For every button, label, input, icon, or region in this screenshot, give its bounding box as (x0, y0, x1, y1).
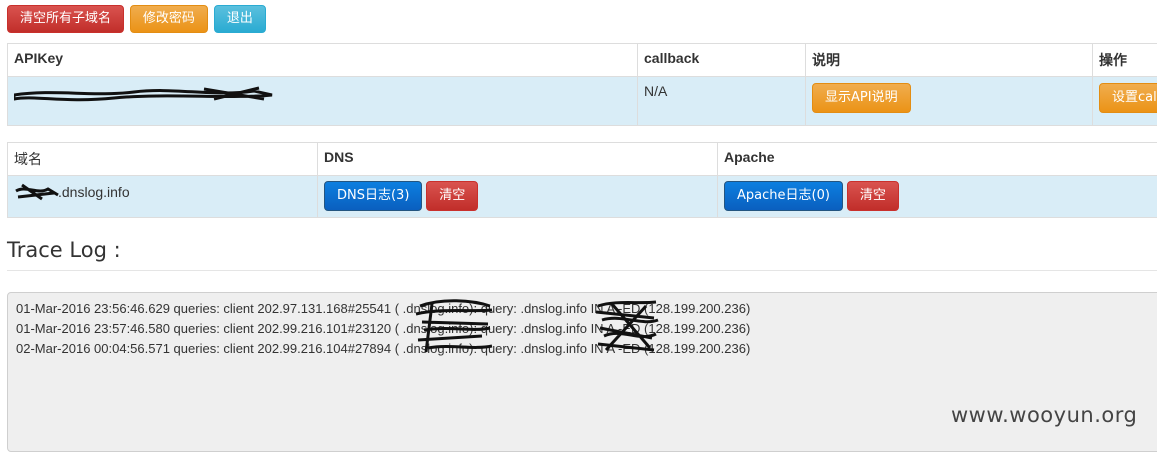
toolbar: 清空所有子域名 修改密码 退出 (7, 5, 268, 33)
callback-cell: N/A (638, 77, 806, 126)
log-line: 01-Mar-2016 23:56:46.629 queries: client… (16, 299, 1157, 319)
apache-header: Apache (718, 143, 1157, 176)
logout-button[interactable]: 退出 (214, 5, 266, 33)
redacted-apikey (14, 83, 276, 103)
redacted-subdomain (14, 181, 58, 197)
divider (7, 270, 1157, 271)
apikey-table: APIKey callback 说明 操作 N/A 显示API说明 设置call… (7, 43, 1157, 126)
dns-header: DNS (318, 143, 718, 176)
domain-suffix: .dnslog.info (58, 184, 130, 200)
action-header: 操作 (1093, 44, 1157, 77)
dns-cell: DNS日志(3) 清空 (318, 176, 718, 218)
action-cell: 设置callback (1093, 77, 1157, 126)
domain-cell: .dnslog.info (8, 176, 318, 218)
description-cell: 显示API说明 (806, 77, 1093, 126)
trace-log-title: Trace Log : (7, 238, 121, 262)
watermark: www.wooyun.org (951, 403, 1137, 427)
domain-table: 域名 DNS Apache .dnslog.info DNS日志(3) 清空 A… (7, 142, 1157, 218)
trace-log-box[interactable]: 01-Mar-2016 23:56:46.629 queries: client… (7, 292, 1157, 452)
apache-clear-button[interactable]: 清空 (847, 181, 899, 211)
apikey-cell (8, 77, 638, 126)
apache-cell: Apache日志(0) 清空 (718, 176, 1157, 218)
set-callback-button[interactable]: 设置callback (1099, 83, 1157, 113)
table-row: .dnslog.info DNS日志(3) 清空 Apache日志(0) 清空 (8, 176, 1157, 218)
clear-all-subdomains-button[interactable]: 清空所有子域名 (7, 5, 124, 33)
log-line: 01-Mar-2016 23:57:46.580 queries: client… (16, 319, 1157, 339)
apache-log-button[interactable]: Apache日志(0) (724, 181, 843, 211)
dns-clear-button[interactable]: 清空 (426, 181, 478, 211)
log-line: 02-Mar-2016 00:04:56.571 queries: client… (16, 339, 1157, 359)
table-row: N/A 显示API说明 设置callback (8, 77, 1157, 126)
domain-header: 域名 (8, 143, 318, 176)
description-header: 说明 (806, 44, 1093, 77)
show-api-doc-button[interactable]: 显示API说明 (812, 83, 911, 113)
change-password-button[interactable]: 修改密码 (130, 5, 208, 33)
dns-log-button[interactable]: DNS日志(3) (324, 181, 422, 211)
callback-header: callback (638, 44, 806, 77)
apikey-header: APIKey (8, 44, 638, 77)
